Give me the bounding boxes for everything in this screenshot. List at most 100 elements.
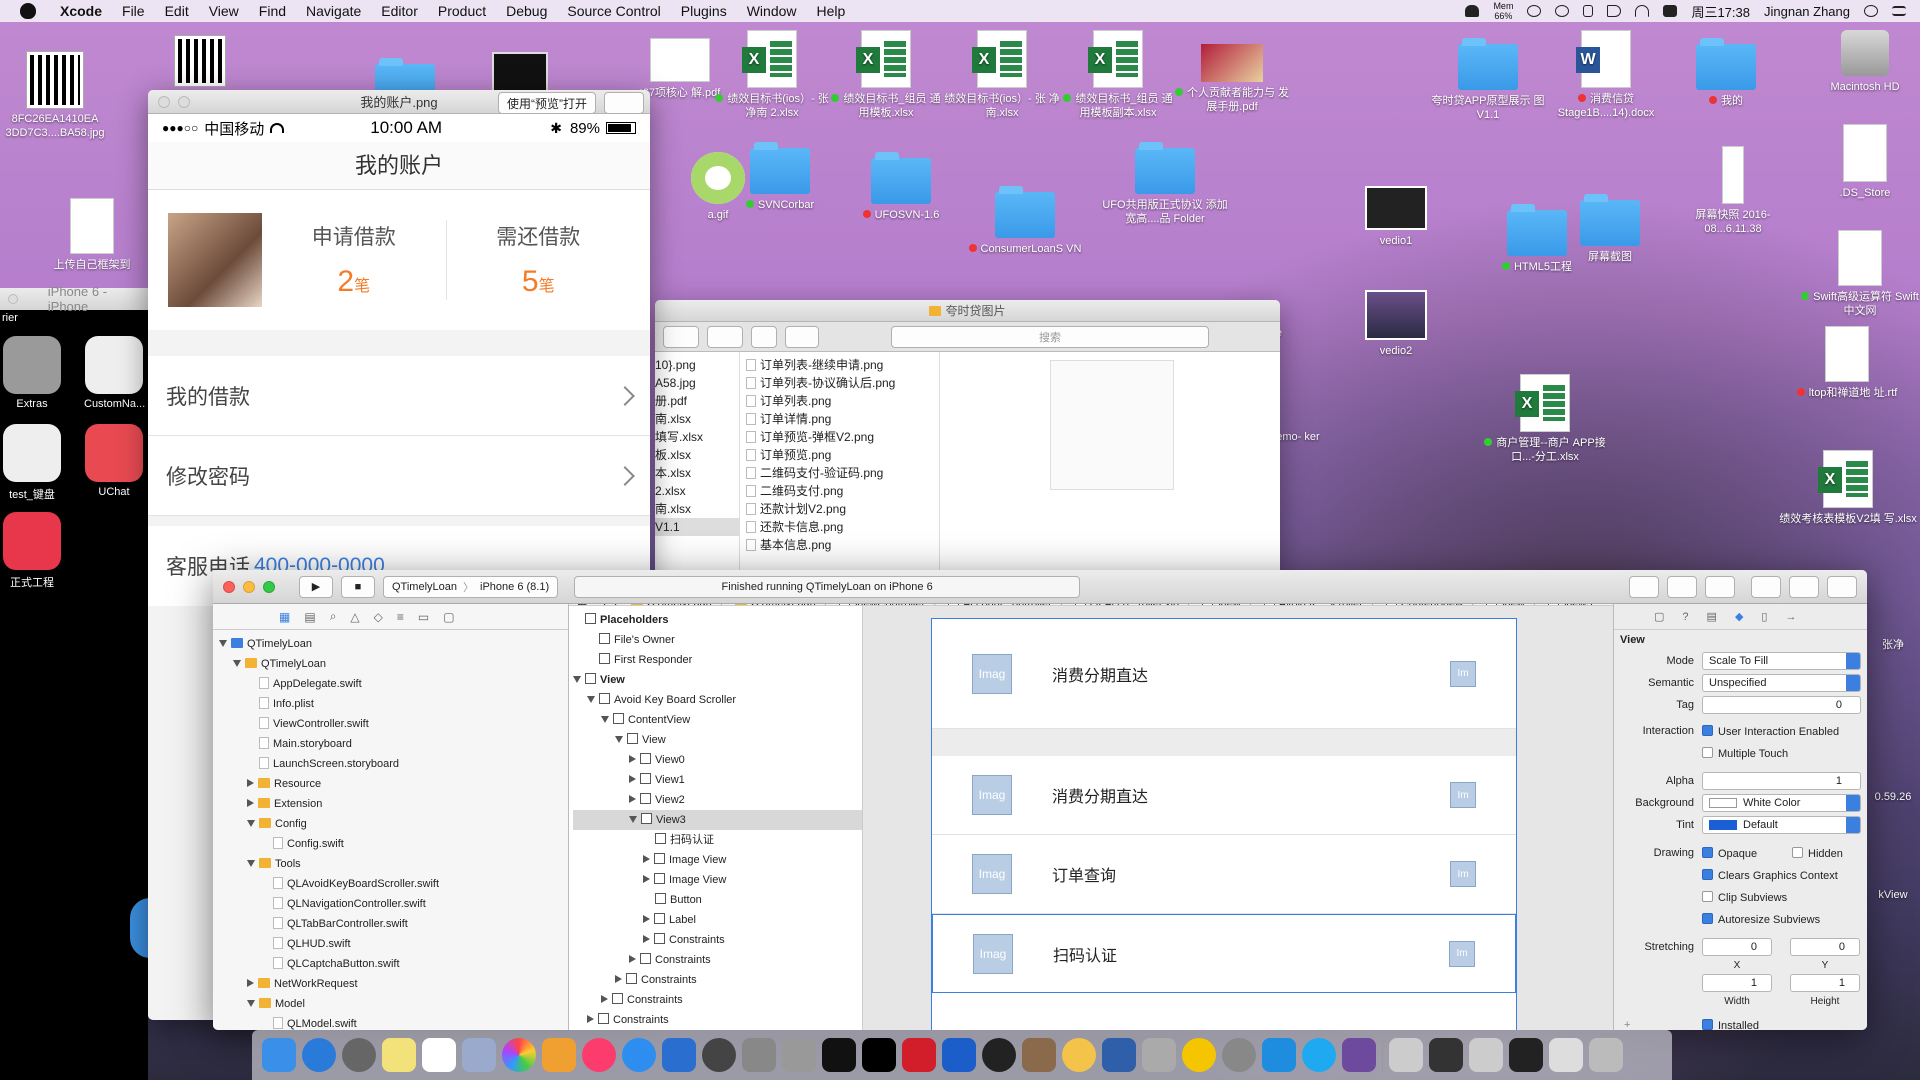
desktop-docx[interactable]: 消费信贷 Stage1B....14).docx <box>1546 30 1666 120</box>
disclosure-icon[interactable] <box>629 795 636 803</box>
outline-item[interactable]: View <box>573 730 862 750</box>
outline-item[interactable]: Placeholders <box>573 610 862 630</box>
image-view-placeholder[interactable]: Imag <box>972 854 1012 894</box>
run-button[interactable]: ▶ <box>299 575 333 598</box>
image-view-placeholder[interactable]: Im <box>1450 660 1476 687</box>
outline-item[interactable]: 扫码认证 <box>573 830 862 850</box>
pages-icon[interactable] <box>542 1038 576 1072</box>
finder-window[interactable]: 夸时贷图片 搜索 10}.png A58.jpg 册.pdf 南.xlsx 填写… <box>655 300 1280 580</box>
change-password-row[interactable]: 修改密码 <box>148 436 650 516</box>
alpha-field[interactable]: 1 <box>1702 772 1861 790</box>
toggle-utilities-icon[interactable] <box>1827 575 1857 598</box>
list-item[interactable]: 2.xlsx <box>655 482 739 500</box>
canvas-row[interactable]: Imag 消费分期直达 Im <box>932 756 1516 835</box>
navigator-item[interactable]: Info.plist <box>219 694 568 714</box>
desktop-qr-image-2[interactable] <box>140 36 260 90</box>
navigator-item[interactable]: NetWorkRequest <box>219 974 568 994</box>
size-inspector-tab[interactable]: ▯ <box>1761 610 1767 623</box>
debug-navigator-tab[interactable]: ≡ <box>397 610 404 624</box>
notification-center-icon[interactable] <box>1892 6 1906 16</box>
navigator-item[interactable]: AppDelegate.swift <box>219 674 568 694</box>
stop-button[interactable]: ■ <box>341 575 375 598</box>
image-view-placeholder[interactable]: Imag <box>973 933 1013 974</box>
disclosure-icon[interactable] <box>643 875 650 883</box>
reminders-icon[interactable] <box>422 1038 456 1072</box>
zoom-button[interactable] <box>263 580 275 593</box>
list-item[interactable]: 还款卡信息.png <box>746 518 939 536</box>
menu-editor[interactable]: Editor <box>371 3 428 19</box>
desktop-xls-1[interactable]: 绩效目标书(ios）- 张 净南 2.xlsx <box>712 30 832 120</box>
stretch-width-field[interactable]: 1 <box>1702 974 1772 992</box>
sim-app-test-keyboard[interactable]: test_键盘 <box>2 424 62 502</box>
outline-item[interactable]: View2 <box>573 790 862 810</box>
outline-item[interactable]: Constraints <box>573 990 862 1010</box>
list-item[interactable]: 10}.png <box>655 356 739 374</box>
stretch-height-field[interactable]: 1 <box>1790 974 1860 992</box>
my-loans-row[interactable]: 我的借款 <box>148 356 650 436</box>
outline-item[interactable]: Button <box>573 890 862 910</box>
menu-find[interactable]: Find <box>249 3 296 19</box>
list-item[interactable]: 订单预览-弹框V2.png <box>746 428 939 446</box>
list-item[interactable]: 二维码支付.png <box>746 482 939 500</box>
outlook-icon[interactable] <box>942 1038 976 1072</box>
list-item[interactable]: A58.jpg <box>655 374 739 392</box>
stretch-y-field[interactable]: 0 <box>1790 938 1860 956</box>
navigator-item[interactable]: QTimelyLoan <box>219 654 568 674</box>
repay-loan-stat[interactable]: 需还借款 5笔 <box>447 221 631 299</box>
close-button[interactable] <box>158 95 170 108</box>
gear-icon[interactable] <box>707 325 743 348</box>
view-mode-button[interactable] <box>663 325 699 348</box>
disclosure-icon[interactable] <box>643 935 650 943</box>
file-inspector-tab[interactable]: ▢ <box>1654 610 1664 623</box>
desktop-ufo-folder[interactable]: UFO共用版正式协议 添加宽高....品 Folder <box>1100 142 1230 226</box>
navigator-item[interactable]: Resource <box>219 774 568 794</box>
canvas-row-selected[interactable]: Imag 扫码认证 Im <box>932 914 1516 993</box>
standard-editor-icon[interactable] <box>1629 575 1659 598</box>
project-navigator-tab[interactable]: ▦ <box>279 610 290 624</box>
outline-item[interactable]: Image View <box>573 870 862 890</box>
desktop-macintosh-hd[interactable]: Macintosh HD <box>1810 30 1920 94</box>
autoresize-checkbox[interactable]: Autoresize Subviews <box>1702 912 1820 926</box>
safari-icon[interactable] <box>302 1038 336 1072</box>
disclosure-closed-icon[interactable] <box>247 799 254 807</box>
list-item[interactable]: 二维码支付-验证码.png <box>746 464 939 482</box>
outline-item-selected[interactable]: View3 <box>573 810 862 830</box>
navigator-item[interactable]: QLTabBarController.swift <box>219 914 568 934</box>
preview-icon[interactable] <box>462 1038 496 1072</box>
fullscreen-button[interactable] <box>178 95 190 108</box>
menu-app-name[interactable]: Xcode <box>50 3 112 19</box>
breakpoint-navigator-tab[interactable]: ▭ <box>418 610 429 624</box>
canvas-row-label[interactable]: 消费分期直达 <box>1052 662 1148 686</box>
open-with-preview-button[interactable]: 使用“预览”打开 <box>498 92 596 114</box>
terminal-icon[interactable] <box>862 1038 896 1072</box>
outline-item[interactable]: Constraints <box>573 1010 862 1030</box>
desktop-xls-3[interactable]: 绩效目标书(ios）- 张 净南.xlsx <box>942 30 1062 120</box>
desktop-rtf[interactable]: ltop和禅道地 址.rtf <box>1782 326 1912 400</box>
recent-document-icon[interactable] <box>1429 1038 1463 1072</box>
instruments-icon[interactable] <box>702 1038 736 1072</box>
version-editor-icon[interactable] <box>1705 575 1735 598</box>
navigator-item[interactable]: QLNavigationController.swift <box>219 894 568 914</box>
sim-app-production[interactable]: 正式工程 <box>2 512 62 590</box>
desktop-snapshot[interactable]: 屏幕快照 2016-08...6.11.38 <box>1668 146 1798 236</box>
background-color-select[interactable]: White Color <box>1702 794 1861 812</box>
desktop-qr-image[interactable]: 8FC26EA1410EA 3DD7C3....BA58.jpg <box>0 52 115 140</box>
disclosure-icon[interactable] <box>615 975 622 983</box>
share-icon[interactable] <box>604 92 644 114</box>
close-button[interactable] <box>223 580 235 593</box>
canvas-row-label[interactable]: 消费分期直达 <box>1052 783 1148 807</box>
disclosure-icon[interactable] <box>629 755 636 763</box>
sim-app-uchat[interactable]: UChat <box>84 424 144 498</box>
safari-dock-icon[interactable] <box>130 898 150 958</box>
disclosure-open-icon[interactable] <box>219 640 227 647</box>
semantic-select[interactable]: Unspecified <box>1702 674 1861 692</box>
navigator-item[interactable]: QLCaptchaButton.swift <box>219 954 568 974</box>
list-item[interactable]: 订单详情.png <box>746 410 939 428</box>
connections-inspector-tab[interactable]: → <box>1785 611 1796 623</box>
desktop-xls-2[interactable]: 绩效目标书_组员 通用模板.xlsx <box>826 30 946 120</box>
menu-source-control[interactable]: Source Control <box>557 3 670 19</box>
finder-search-input[interactable]: 搜索 <box>891 325 1209 348</box>
calculator-icon[interactable] <box>1142 1038 1176 1072</box>
desktop-upload-doc[interactable]: 上传自己框架到 <box>32 198 152 272</box>
disclosure-icon[interactable] <box>587 1015 594 1023</box>
